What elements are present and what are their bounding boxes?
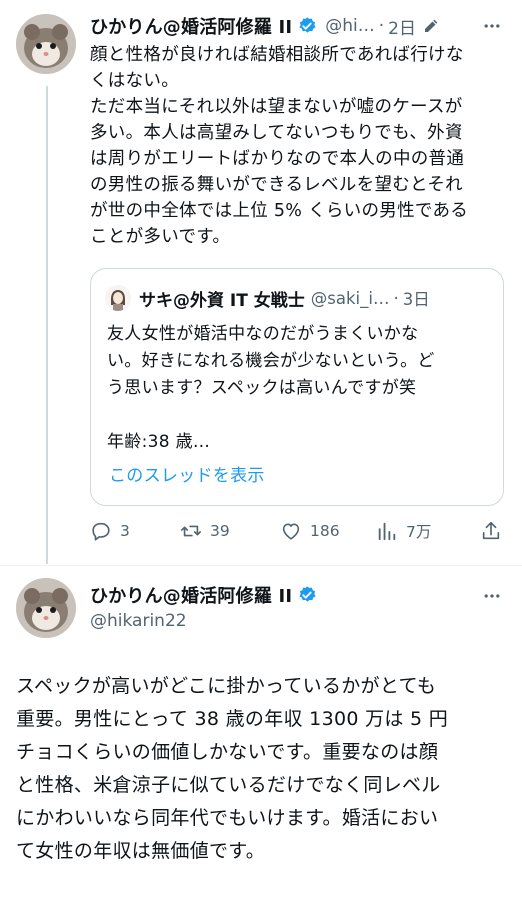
handle-2[interactable]: @hikarin22 xyxy=(90,611,187,631)
like-button[interactable]: 186 xyxy=(280,514,340,548)
show-thread-link[interactable]: このスレッドを表示 xyxy=(109,461,265,486)
share-icon xyxy=(482,521,500,540)
heart-icon xyxy=(282,523,300,540)
avatar-2[interactable] xyxy=(16,578,76,638)
share-button[interactable] xyxy=(480,514,502,548)
views-chart-icon xyxy=(378,522,396,541)
separator-dot: · xyxy=(378,16,385,36)
quote-text: 友人女性が婚活中なのだがうまくいかな い。好きになれる機会が少ないという。ど う… xyxy=(107,324,435,452)
tweet-divider xyxy=(0,565,522,566)
edit-pencil-icon xyxy=(422,17,440,35)
timestamp[interactable]: 2日 xyxy=(388,14,416,39)
action-bar: 3 39 186 7万 xyxy=(90,514,504,548)
avatar[interactable] xyxy=(16,14,76,74)
tweet-2-handle-row: @hikarin22 xyxy=(90,607,187,635)
quoted-tweet-card[interactable]: サキ@外資 IT 女戦士 @saki_i… · 3日 友人女性が婚活中なのだがう… xyxy=(90,268,504,506)
more-dots-icon[interactable] xyxy=(480,584,504,608)
like-count: 186 xyxy=(310,522,340,540)
quote-handle: @saki_i… xyxy=(310,288,390,308)
handle[interactable]: @hi… xyxy=(325,16,375,36)
verified-badge-icon xyxy=(297,16,317,36)
quote-separator-dot: · xyxy=(393,288,399,308)
quote-header: サキ@外資 IT 女戦士 @saki_i… · 3日 xyxy=(139,285,430,311)
display-name[interactable]: ひかりん@婚活阿修羅 II xyxy=(90,13,292,39)
views-button[interactable]: 7万 xyxy=(376,514,431,548)
retweet-button[interactable]: 39 xyxy=(180,514,230,548)
tweet-2-text: スペックが高いがどこに掛かっているかがとても 重要。男性にとって 38 歳の年収… xyxy=(16,675,449,862)
thread-connector-line xyxy=(46,86,48,564)
retweet-count: 39 xyxy=(210,522,230,540)
more-dots-icon[interactable] xyxy=(480,14,504,38)
quote-display-name: サキ@外資 IT 女戦士 xyxy=(139,290,305,311)
tweet-text: 顔と性格が良ければ結婚相談所であれば行けな くはない。 ただ本当にそれ以外は望ま… xyxy=(90,45,469,247)
reply-count: 3 xyxy=(120,522,130,540)
display-name-2[interactable]: ひかりん@婚活阿修羅 II xyxy=(90,582,292,608)
quote-timestamp: 3日 xyxy=(402,290,430,309)
reply-button[interactable]: 3 xyxy=(90,514,130,548)
view-count: 7万 xyxy=(406,523,432,541)
quote-avatar[interactable] xyxy=(105,285,131,311)
reply-icon xyxy=(92,522,110,541)
retweet-icon xyxy=(181,525,201,537)
tweet-header: ひかりん@婚活阿修羅 II @hi… · 2日 xyxy=(90,12,440,40)
tweet-2-header: ひかりん@婚活阿修羅 II xyxy=(90,581,317,609)
verified-badge-icon xyxy=(297,585,317,605)
